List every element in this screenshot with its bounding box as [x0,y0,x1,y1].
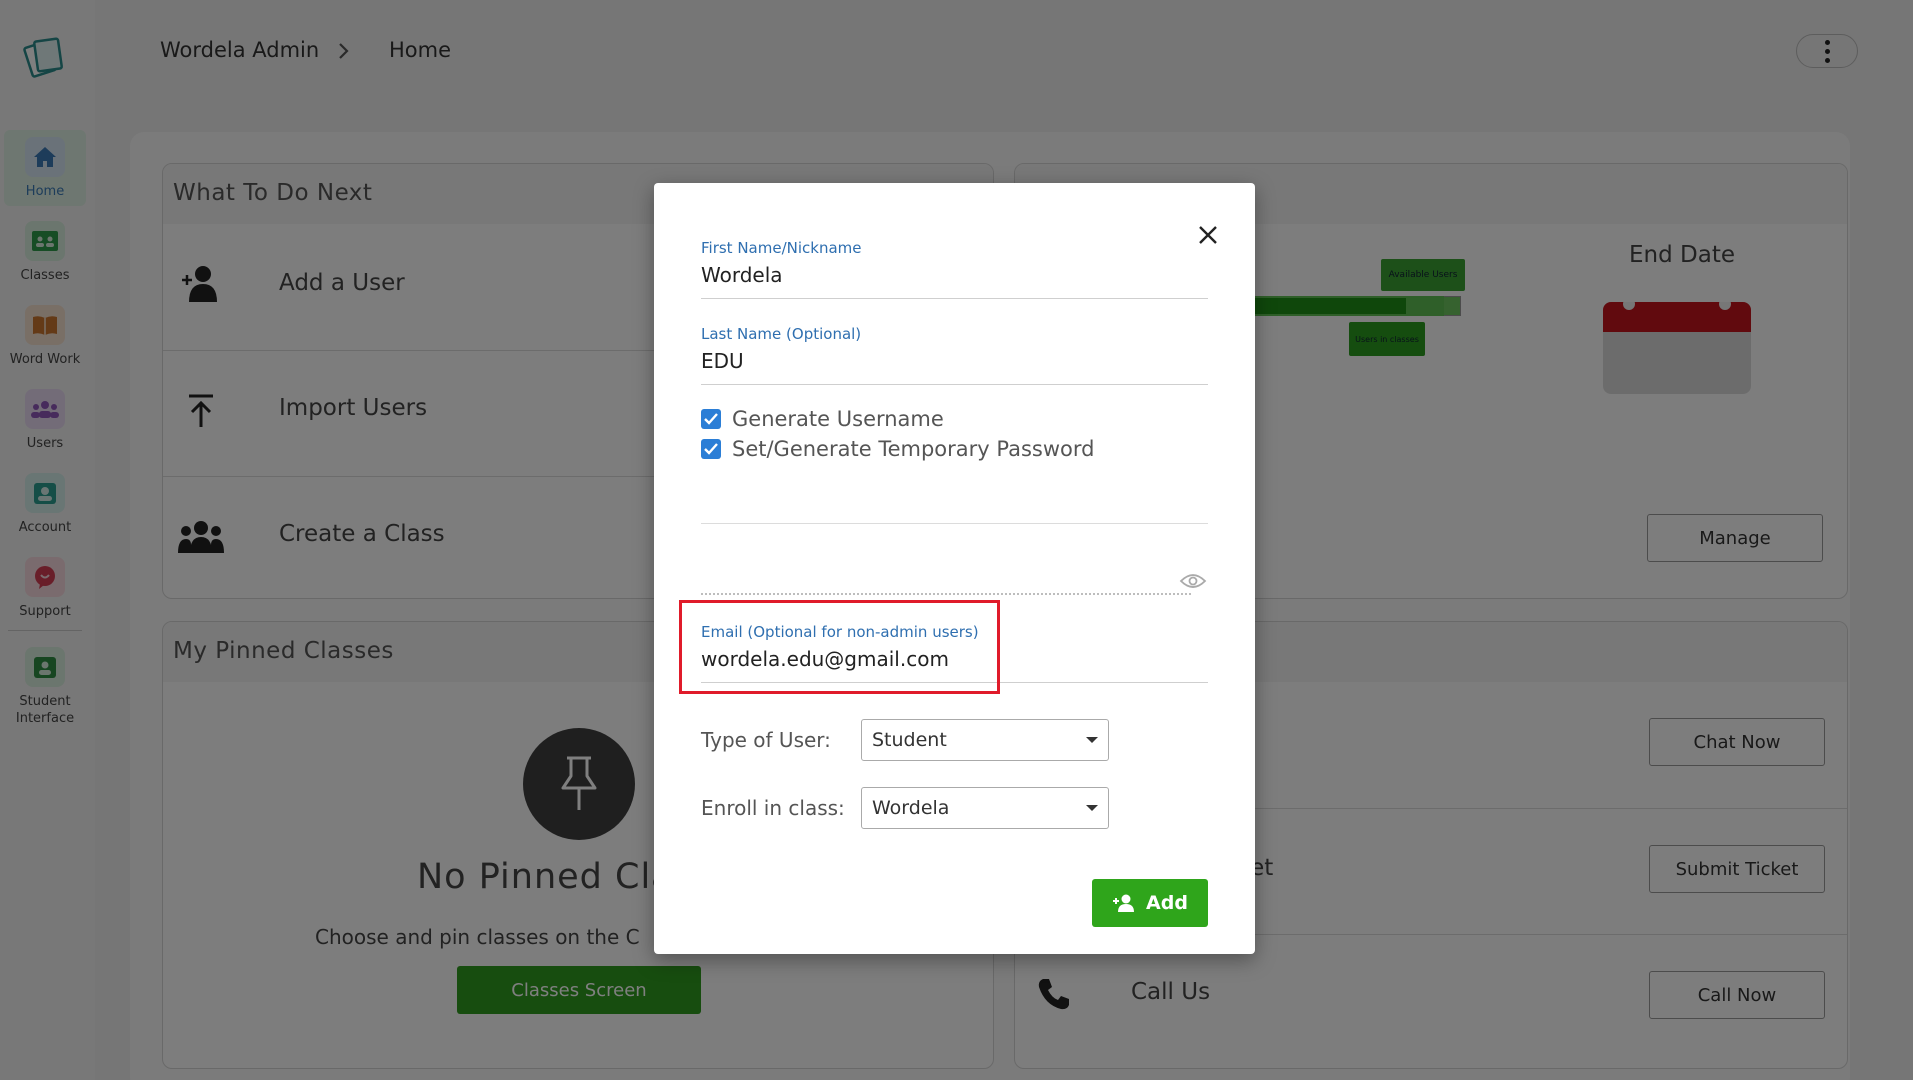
last-name-field[interactable]: Last Name (Optional) EDU [701,325,1208,385]
enroll-class-row: Enroll in class: Wordela [701,787,1109,829]
first-name-label: First Name/Nickname [701,239,862,257]
generate-username-checkbox[interactable] [701,409,721,429]
username-input[interactable] [701,523,1208,524]
enroll-class-label: Enroll in class: [701,796,845,820]
email-highlight-box [679,600,1000,694]
first-name-field[interactable]: First Name/Nickname Wordela [701,239,1208,299]
enroll-class-value: Wordela [872,797,950,819]
temp-password-checkbox[interactable] [701,439,721,459]
enroll-class-select[interactable]: Wordela [861,787,1109,829]
password-input[interactable] [701,593,1191,595]
add-user-icon [1113,894,1135,912]
eye-icon[interactable] [1179,571,1207,591]
first-name-input[interactable]: Wordela [701,263,1208,299]
generate-username-label: Generate Username [732,407,944,431]
temp-password-option[interactable]: Set/Generate Temporary Password [701,437,1094,461]
checkmark-icon [704,413,718,425]
user-type-value: Student [872,729,947,751]
chevron-down-icon [1086,737,1098,743]
user-type-label: Type of User: [701,728,831,752]
generate-username-option[interactable]: Generate Username [701,407,944,431]
checkmark-icon [704,443,718,455]
add-user-modal: First Name/Nickname Wordela Last Name (O… [654,183,1255,954]
add-button-label: Add [1146,892,1188,914]
chevron-down-icon [1086,805,1098,811]
last-name-input[interactable]: EDU [701,349,1208,385]
user-type-row: Type of User: Student [701,719,1109,761]
temp-password-label: Set/Generate Temporary Password [732,437,1095,461]
user-type-select[interactable]: Student [861,719,1109,761]
add-user-button[interactable]: Add [1092,879,1208,927]
last-name-label: Last Name (Optional) [701,325,862,343]
